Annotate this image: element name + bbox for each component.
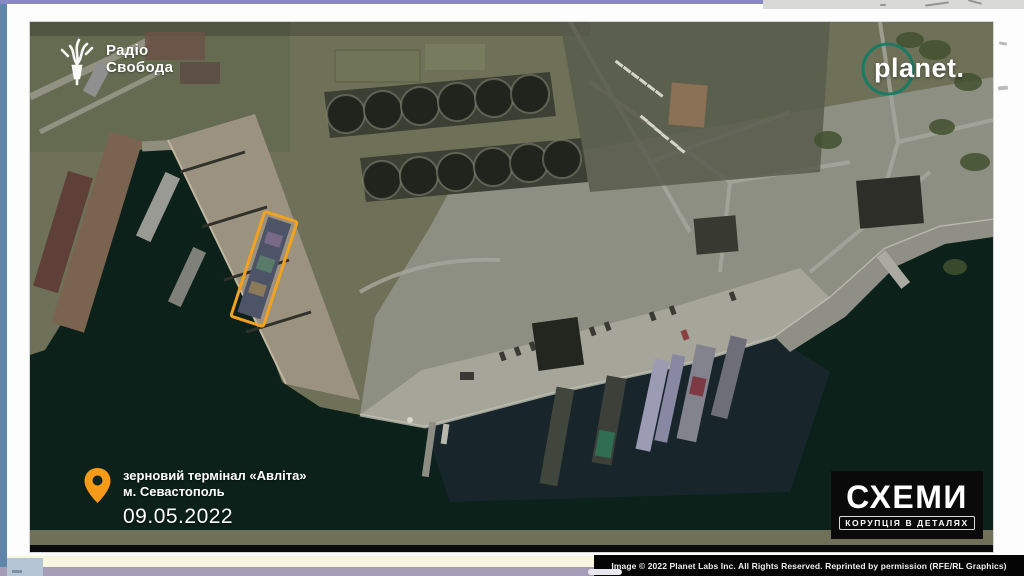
copyright-bar: Image © 2022 Planet Labs Inc. All Rights… — [594, 555, 1024, 576]
margin-mark — [998, 86, 1008, 91]
rfe-rl-logo: Радіо Свобода — [58, 34, 173, 86]
location-line1: зерновий термінал «Авліта» — [123, 468, 307, 484]
schemes-subtitle: КОРУПЦІЯ В ДЕТАЛЯХ — [839, 516, 974, 530]
location-caption: зерновий термінал «Авліта» м. Севастопол… — [84, 468, 307, 529]
location-line2: м. Севастополь — [123, 484, 307, 500]
military-compound — [560, 22, 830, 192]
screenshot-root: Радіо Свобода planet. зерновий термінал … — [0, 0, 1024, 576]
left-scrollbar[interactable] — [0, 0, 7, 576]
bottom-corner-widget — [7, 558, 43, 576]
image-date: 09.05.2022 — [123, 505, 307, 529]
rfe-logo-line2: Свобода — [106, 59, 173, 76]
planet-logo: planet. — [852, 40, 984, 98]
photo-bottom-band — [30, 545, 993, 552]
rfe-logo-line1: Радіо — [106, 42, 173, 59]
schemes-logo: СХЕМИ КОРУПЦІЯ В ДЕТАЛЯХ — [831, 471, 983, 539]
top-progress-strip — [0, 0, 763, 4]
bottom-scrollbar-track[interactable] — [0, 567, 594, 576]
map-pin-icon — [84, 468, 111, 504]
copyright-text: Image © 2022 Planet Labs Inc. All Rights… — [611, 561, 1006, 571]
top-right-chrome — [763, 0, 1024, 9]
torch-icon — [58, 34, 96, 86]
chrome-smudge — [880, 4, 886, 6]
margin-mark — [999, 41, 1007, 45]
planet-logo-text: planet. — [874, 53, 965, 84]
bottom-scrollbar-thumb[interactable] — [588, 569, 622, 575]
bottom-page-strip — [7, 556, 594, 567]
schemes-title: СХЕМИ — [846, 481, 968, 513]
bottom-corner-mark — [12, 570, 22, 573]
